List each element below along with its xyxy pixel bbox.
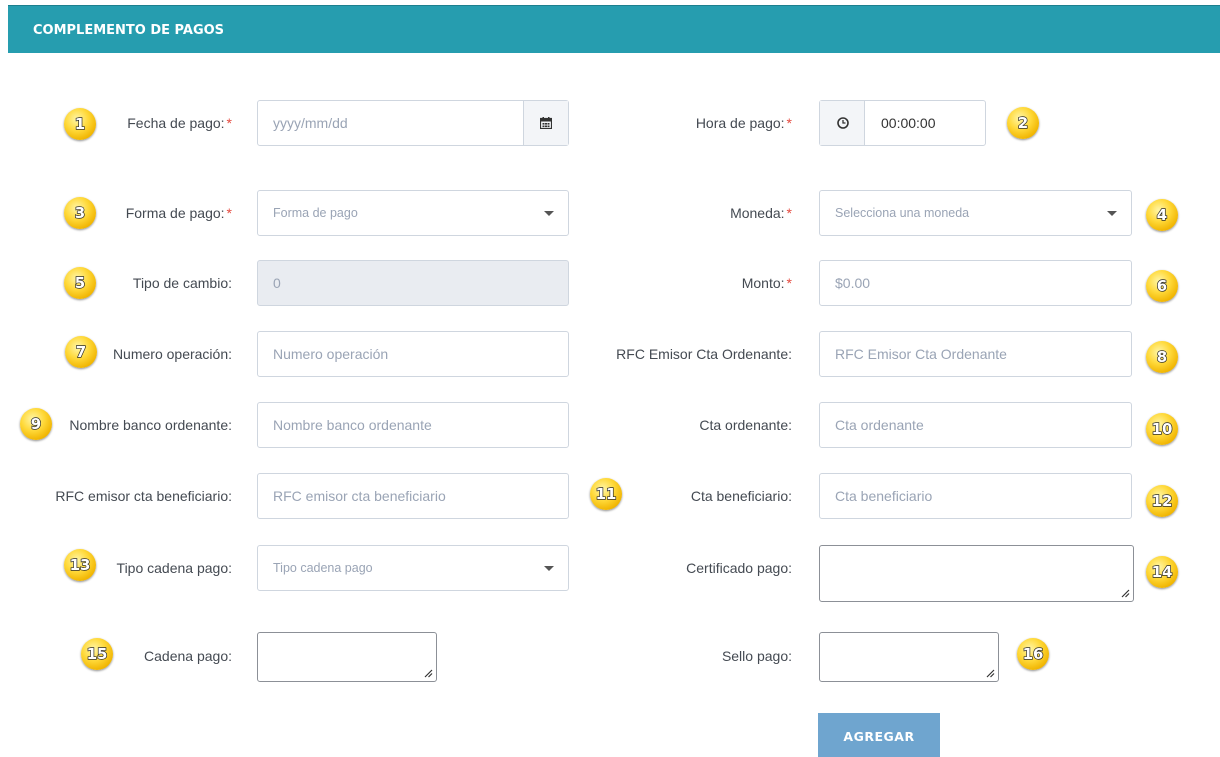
number-badge-3: 3 [64, 197, 96, 229]
rfc-beneficiario-label: RFC emisor cta beneficiario: [55, 488, 232, 504]
cta-beneficiario-label: Cta beneficiario: [690, 488, 792, 504]
rfc-beneficiario-input[interactable]: RFC emisor cta beneficiario [257, 473, 569, 519]
chevron-down-icon [544, 566, 554, 571]
fecha-pago-label: Fecha de pago: * [127, 115, 232, 131]
number-badge-11: 11 [590, 478, 622, 510]
number-badge-1: 1 [64, 108, 96, 140]
tipo-cambio-field: 0 [257, 260, 569, 306]
clock-icon [837, 117, 849, 129]
tipo-cadena-label: Tipo cadena pago: [116, 560, 232, 576]
rfc-beneficiario-placeholder: RFC emisor cta beneficiario [273, 488, 446, 504]
tipo-cambio-value: 0 [273, 275, 281, 291]
moneda-label: Moneda: * [730, 205, 792, 221]
nombre-banco-label: Nombre banco ordenante: [69, 417, 232, 433]
moneda-placeholder: Selecciona una moneda [835, 206, 970, 220]
number-badge-8: 8 [1146, 341, 1178, 373]
monto-input[interactable]: $0.00 [819, 260, 1132, 306]
cta-ordenante-input[interactable]: Cta ordenante [819, 402, 1132, 448]
forma-pago-select[interactable]: Forma de pago [257, 190, 569, 236]
number-badge-13: 13 [64, 549, 96, 581]
nombre-banco-input[interactable]: Nombre banco ordenante [257, 402, 569, 448]
fecha-pago-field[interactable]: yyyy/mm/dd [257, 100, 569, 146]
numero-operacion-input[interactable]: Numero operación [257, 331, 569, 377]
numero-operacion-placeholder: Numero operación [273, 346, 389, 362]
monto-placeholder: $0.00 [835, 275, 871, 291]
forma-pago-label: Forma de pago: * [125, 205, 232, 221]
hora-pago-label: Hora de pago: * [695, 115, 792, 131]
number-badge-2: 2 [1007, 107, 1039, 139]
cta-beneficiario-input[interactable]: Cta beneficiario [819, 473, 1132, 519]
number-badge-14: 14 [1146, 556, 1178, 588]
chevron-down-icon [1107, 211, 1117, 216]
number-badge-6: 6 [1146, 270, 1178, 302]
tipo-cambio-label: Tipo de cambio: [132, 275, 232, 291]
number-badge-16: 16 [1017, 638, 1049, 670]
fecha-pago-placeholder: yyyy/mm/dd [273, 115, 348, 131]
nombre-banco-placeholder: Nombre banco ordenante [273, 417, 432, 433]
agregar-button[interactable]: AGREGAR [818, 713, 940, 757]
resize-handle-icon[interactable] [986, 669, 995, 678]
number-badge-15: 15 [81, 638, 113, 670]
forma-pago-placeholder: Forma de pago [273, 206, 358, 220]
numero-operacion-label: Numero operación: [112, 346, 232, 362]
cta-ordenante-placeholder: Cta ordenante [835, 417, 924, 433]
cadena-pago-textarea[interactable] [257, 632, 437, 682]
number-badge-12: 12 [1146, 485, 1178, 517]
chevron-down-icon [544, 211, 554, 216]
rfc-emisor-ordenante-label: RFC Emisor Cta Ordenante: [616, 346, 792, 362]
cadena-pago-label: Cadena pago: [144, 648, 232, 664]
certificado-pago-textarea[interactable] [819, 545, 1134, 602]
cta-beneficiario-placeholder: Cta beneficiario [835, 488, 933, 504]
number-badge-7: 7 [65, 336, 97, 368]
cta-ordenante-label: Cta ordenante: [699, 417, 792, 433]
clock-addon [820, 101, 865, 145]
number-badge-9: 9 [20, 408, 52, 440]
resize-handle-icon[interactable] [424, 669, 433, 678]
number-badge-5: 5 [64, 267, 96, 299]
sello-pago-textarea[interactable] [819, 632, 999, 682]
moneda-select[interactable]: Selecciona una moneda [819, 190, 1132, 236]
calendar-icon [540, 117, 552, 129]
number-badge-10: 10 [1146, 413, 1178, 445]
page-header: COMPLEMENTO DE PAGOS [8, 5, 1220, 53]
rfc-emisor-ordenante-placeholder: RFC Emisor Cta Ordenante [835, 346, 1007, 362]
resize-handle-icon[interactable] [1121, 589, 1130, 598]
hora-pago-value: 00:00:00 [881, 115, 936, 131]
number-badge-4: 4 [1146, 199, 1178, 231]
calendar-button[interactable] [523, 101, 568, 145]
hora-pago-field[interactable]: 00:00:00 [819, 100, 986, 146]
sello-pago-label: Sello pago: [721, 648, 792, 664]
agregar-button-label: AGREGAR [843, 729, 915, 744]
tipo-cadena-placeholder: Tipo cadena pago [273, 561, 373, 575]
certificado-pago-label: Certificado pago: [686, 560, 792, 576]
tipo-cadena-select[interactable]: Tipo cadena pago [257, 545, 569, 591]
page-title: COMPLEMENTO DE PAGOS [33, 23, 225, 38]
monto-label: Monto: * [741, 275, 792, 291]
rfc-emisor-ordenante-input[interactable]: RFC Emisor Cta Ordenante [819, 331, 1132, 377]
